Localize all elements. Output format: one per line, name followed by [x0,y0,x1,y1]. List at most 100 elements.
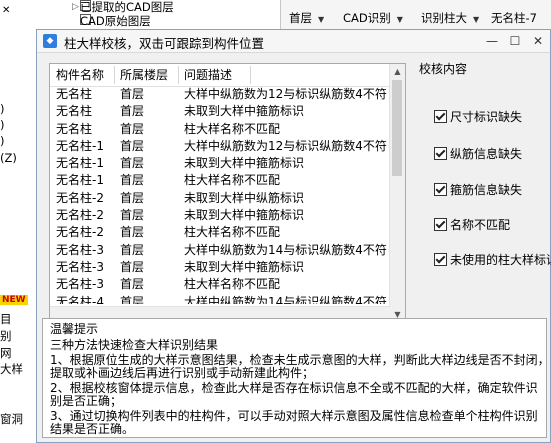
list-rows: 无名柱 首层 大样中纵筋数为12与标识纵筋数4不符 无名柱 首层 未取到大样中箍筋标识 无名… [50,86,390,304]
bg-fragment: ) [0,134,5,148]
bg-fragment: ✕ [2,5,11,16]
new-badge: NEW [0,295,28,305]
dialog-title: 柱大样校核，双击可跟踪到构件位置 [64,36,265,51]
table-row[interactable]: 无名柱-4 首层 大样中纵筋数为14与标识纵筋数4不符 [50,294,390,304]
table-row[interactable]: 无名柱-3 首层 大样中纵筋数为14与标识纵筋数4不符 [50,242,390,259]
cell-floor: 首层 [120,104,145,119]
cell-component-name: 无名柱 [56,104,93,119]
bg-fragment: 大样 [0,362,23,376]
cell-floor: 首层 [120,242,145,257]
scroll-up-icon[interactable]: ▲ [390,64,405,79]
cell-floor: 首层 [120,121,145,136]
cell-component-name: 无名柱-3 [56,259,104,274]
expand-triangle-icon[interactable]: ▷ [72,0,79,14]
checkbox-checked-icon[interactable] [434,183,447,196]
cell-component-name: 无名柱-1 [56,156,104,171]
cell-description: 大样中纵筋数为14与标识纵筋数4不符 [184,242,387,257]
dialog-titlebar[interactable]: ◆ 柱大样校核，双击可跟踪到构件位置 — ☐ ✕ [37,30,550,53]
check-name-mismatch[interactable]: 名称不匹配 [434,217,510,233]
floor-combo[interactable]: 首层 ▼ [289,10,324,26]
table-row[interactable]: 无名柱-2 首层 未取到大样中纵筋标识 [50,190,390,207]
background-toolbar: 首层 ▼ CAD识别 ▼ 识别柱大 ▼ 无名柱-7 [280,0,551,30]
table-row[interactable]: 无名柱 首层 柱大样名称不匹配 [50,121,390,138]
cell-description: 大样中纵筋数为14与标识纵筋数4不符 [184,294,387,304]
tips-line: 别是否正确； [50,394,123,408]
cell-component-name: 无名柱-3 [56,242,104,257]
cell-description: 柱大样名称不匹配 [184,225,281,240]
cell-component-name: 无名柱-3 [56,277,104,292]
list-header: 构件名称 所属楼层 问题描述 [50,64,390,87]
table-row[interactable]: 无名柱-1 首层 大样中纵筋数为12与标识纵筋数4不符 [50,138,390,155]
table-row[interactable]: 无名柱 首层 未取到大样中箍筋标识 [50,103,390,120]
column-divider[interactable] [178,66,179,84]
tips-line: 提取或补画边线后再进行识别或手动新建此构件； [50,366,315,380]
cell-floor: 首层 [120,87,145,101]
check-longitudinal-missing[interactable]: 纵筋信息缺失 [434,146,522,162]
cad-recognize-combo[interactable]: CAD识别 ▼ [343,10,403,26]
cell-component-name: 无名柱-2 [56,190,104,205]
cell-description: 柱大样名称不匹配 [184,173,281,188]
check-content-label: 校核内容 [419,62,468,76]
cell-floor: 首层 [120,225,145,240]
cell-component-name: 无名柱-1 [56,173,104,188]
cell-description: 未取到大样中箍筋标识 [184,104,305,119]
cell-description: 大样中纵筋数为12与标识纵筋数4不符 [184,138,387,153]
cell-floor: 首层 [120,294,145,304]
table-row[interactable]: 无名柱-1 首层 未取到大样中箍筋标识 [50,155,390,172]
dropdown-arrow-icon: ▼ [473,15,480,24]
background-layer-tree: ▷ 已提取的CAD图层 CAD原始图层 [42,0,280,30]
vertical-scrollbar[interactable]: ▲ ▼ [389,64,405,322]
cell-floor: 首层 [120,259,145,274]
column-header-floor[interactable]: 所属楼层 [120,68,168,82]
bg-fragment: 目 [0,312,12,326]
column-header-description[interactable]: 问题描述 [184,68,232,82]
check-stirrup-missing[interactable]: 箍筋信息缺失 [434,182,522,198]
bg-fragment: ) [0,118,5,132]
checkbox-checked-icon[interactable] [434,110,447,123]
cell-component-name: 无名柱-2 [56,225,104,240]
bg-fragment: (Z) [0,151,17,165]
recognize-column-combo[interactable]: 识别柱大 ▼ [421,10,479,26]
table-row[interactable]: 无名柱-3 首层 未取到大样中箍筋标识 [50,259,390,276]
column-divider[interactable] [250,66,251,84]
cell-floor: 首层 [120,173,145,188]
tips-title: 温馨提示 [50,322,99,336]
table-row[interactable]: 无名柱-2 首层 未取到大样中箍筋标识 [50,207,390,224]
cell-floor: 首层 [120,277,145,292]
bg-fragment: 网 [0,346,12,360]
tips-line: 2、根据校核窗体提示信息，检查此大样是否存在标识信息不全或不匹配的大样，确定软件… [50,381,538,395]
cell-description: 未取到大样中箍筋标识 [184,259,305,274]
problem-list[interactable]: 构件名称 所属楼层 问题描述 无名柱 首层 大样中纵筋数为12与标识纵筋数4不符 无名… [49,63,406,323]
checkbox-checked-icon[interactable] [434,147,447,160]
checkbox-checked-icon[interactable] [434,253,447,266]
tips-line: 三种方法快速检查大样识别结果 [50,338,219,352]
table-row[interactable]: 无名柱 首层 大样中纵筋数为12与标识纵筋数4不符 [50,86,390,103]
maximize-icon[interactable]: ☐ [505,32,525,50]
cell-description: 大样中纵筋数为12与标识纵筋数4不符 [184,87,387,101]
dropdown-arrow-icon: ▼ [396,15,403,24]
minimize-icon[interactable]: — [482,32,502,50]
bg-fragment: 别 [0,329,12,343]
cell-floor: 首层 [120,190,145,205]
cell-component-name: 无名柱 [56,87,93,101]
cell-description: 柱大样名称不匹配 [184,277,281,292]
table-row[interactable]: 无名柱-3 首层 柱大样名称不匹配 [50,276,390,293]
check-size-missing[interactable]: 尺寸标识缺失 [434,109,522,125]
app-icon: ◆ [43,34,57,48]
scroll-thumb[interactable] [392,80,402,176]
cell-floor: 首层 [120,156,145,171]
bg-fragment: 窗洞 [0,412,23,426]
cell-description: 柱大样名称不匹配 [184,121,281,136]
component-combo[interactable]: 无名柱-7 [491,10,537,26]
table-row[interactable]: 无名柱-1 首层 柱大样名称不匹配 [50,172,390,189]
check-unused-labels[interactable]: 未使用的柱大样标识 [434,252,551,268]
checkbox-checked-icon[interactable] [434,218,447,231]
dropdown-arrow-icon: ▼ [318,15,325,24]
tips-line: 结果是否正确。 [50,422,135,436]
cell-description: 未取到大样中纵筋标识 [184,190,305,205]
column-header-name[interactable]: 构件名称 [56,68,104,82]
close-icon[interactable]: ✕ [528,32,548,50]
tips-box: 温馨提示 三种方法快速检查大样识别结果 1、根据原位生成的大样示意图结果，检查未… [42,318,550,438]
table-row[interactable]: 无名柱-2 首层 柱大样名称不匹配 [50,224,390,241]
column-divider[interactable] [114,66,115,84]
